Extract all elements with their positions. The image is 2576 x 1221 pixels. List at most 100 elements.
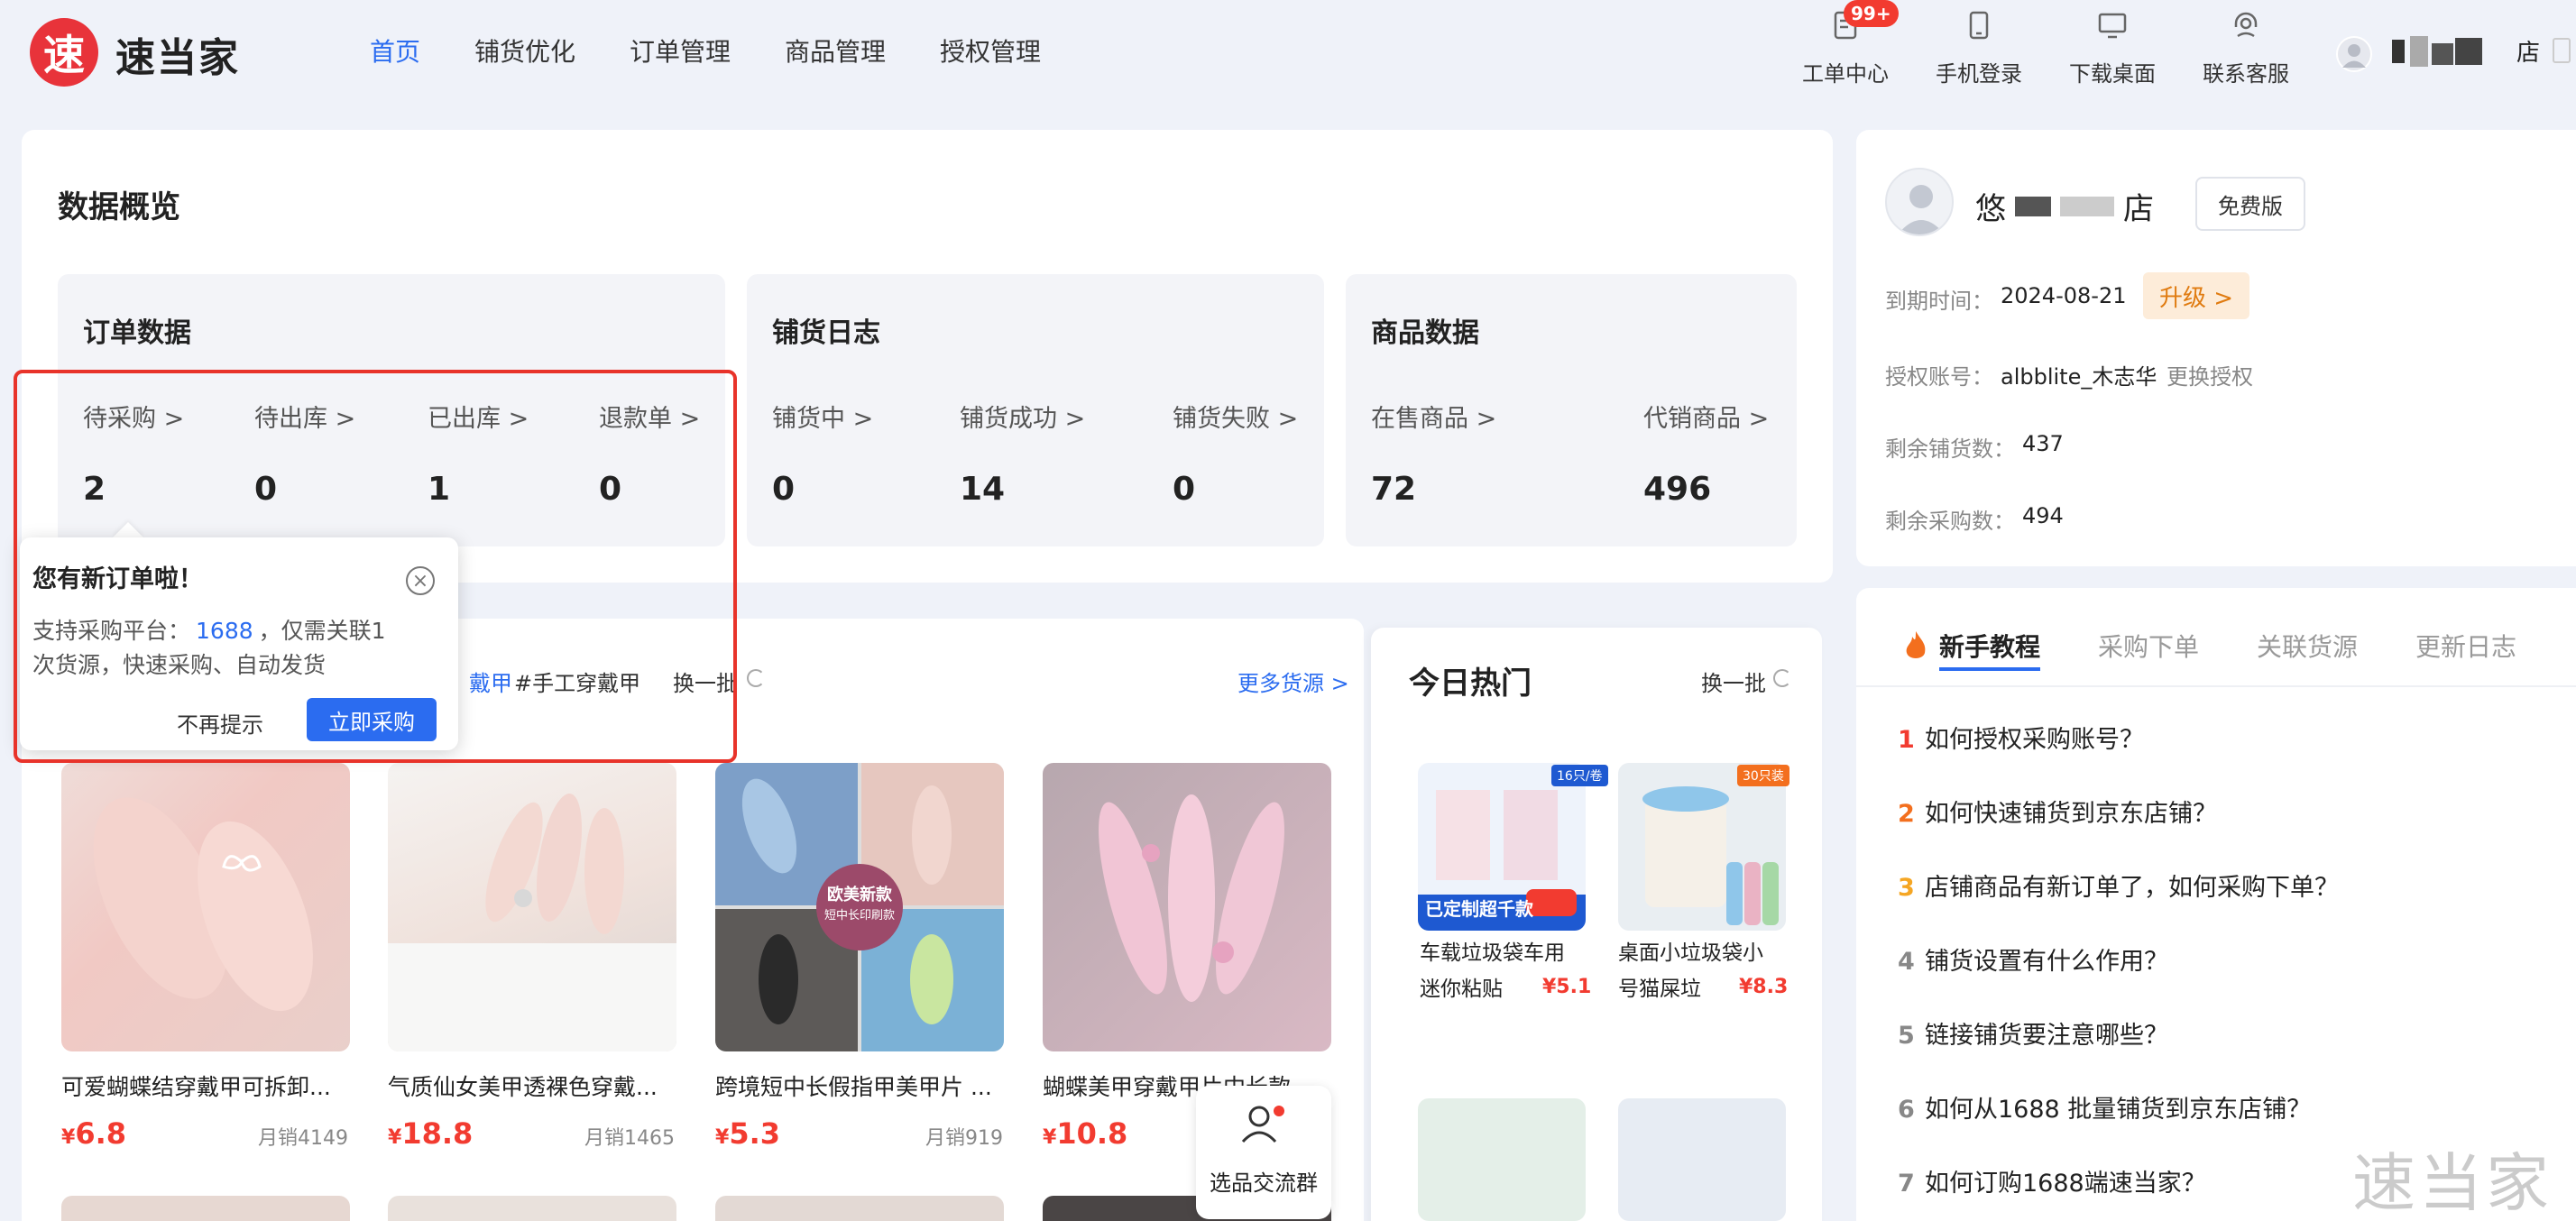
tool-ticket-label[interactable]: 工单中心 (1800, 56, 1891, 87)
desktop-icon[interactable] (2085, 9, 2139, 49)
expire-label: 到期时间： (1885, 289, 1993, 314)
change-auth-link[interactable]: 更换授权 (2167, 359, 2253, 390)
stat-on-sale[interactable]: 在售商品 > (1371, 399, 1496, 434)
username-redacted[interactable] (2392, 34, 2486, 69)
hot-refresh[interactable]: 换一批 (1701, 666, 1766, 697)
tutorial-text[interactable]: 如何授权采购账号？ (1925, 726, 2144, 754)
tutorial-text[interactable]: 如何从1688 批量铺货到京东店铺？ (1925, 1096, 2311, 1124)
tutorial-text[interactable]: 如何订购1688端速当家？ (1925, 1170, 2206, 1198)
hot-image-2[interactable] (1618, 763, 1786, 931)
tab-changelog[interactable]: 更新日志 (2415, 628, 2516, 664)
stat-distribution-success-value[interactable]: 14 (960, 471, 1005, 508)
tab-purchase[interactable]: 采购下单 (2098, 628, 2199, 664)
currency-symbol: ¥ (61, 1126, 76, 1149)
hot-image-2-tag: 30只装 (1737, 765, 1789, 786)
image-overlay-title: 欧美新款 (827, 886, 892, 904)
currency-symbol: ¥ (388, 1126, 402, 1149)
product-price-value-4: 10.8 (1056, 1116, 1128, 1151)
hot-title: 今日热门 (1409, 666, 1532, 702)
product-image-5[interactable] (61, 1196, 350, 1221)
hot-name-2b[interactable]: 号猫屎垃 (1618, 972, 1701, 1006)
hot-image-1-tag: 16只/卷 (1551, 765, 1608, 786)
stat-on-sale-value[interactable]: 72 (1371, 471, 1416, 508)
hot-price-1: ¥5.1 (1542, 976, 1592, 998)
tutorial-num: 5 (1898, 1022, 1915, 1050)
tutorial-item[interactable]: 5 链接铺货要注意哪些？ (1898, 1015, 2168, 1051)
nav-distribution[interactable]: 铺货优化 (474, 32, 575, 69)
tutorial-text[interactable]: 如何快速铺货到京东店铺？ (1925, 800, 2217, 828)
highlight-box (14, 370, 737, 763)
logo-icon: 速 (30, 18, 98, 87)
stat-distributing-value[interactable]: 0 (772, 471, 795, 508)
tutorial-text[interactable]: 店铺商品有新订单了，如何采购下单？ (1925, 874, 2339, 902)
product-image-7[interactable] (715, 1196, 1004, 1221)
group-chat-label[interactable]: 选品交流群 (1196, 1165, 1331, 1197)
phone-icon[interactable] (1952, 9, 2006, 49)
nav-home[interactable]: 首页 (370, 32, 420, 69)
tutorial-text[interactable]: 链接铺货要注意哪些？ (1925, 1022, 2168, 1050)
tool-desktop-label[interactable]: 下载桌面 (2067, 56, 2157, 87)
user-avatar[interactable] (2336, 36, 2372, 72)
hot-name-1a[interactable]: 车载垃圾袋车用 (1420, 936, 1565, 970)
tutorial-item[interactable]: 2 如何快速铺货到京东店铺？ (1898, 794, 2217, 829)
product-name-3[interactable]: 跨境短中长假指甲美甲片 ... (715, 1070, 1004, 1102)
ticket-count-badge: 99+ (1844, 0, 1899, 27)
tutorial-item[interactable]: 7 如何订购1688端速当家？ (1898, 1163, 2206, 1198)
tutorial-item[interactable]: 3 店铺商品有新订单了，如何采购下单？ (1898, 868, 2339, 903)
tab-link-source[interactable]: 关联货源 (2257, 628, 2358, 664)
hot-image-3[interactable] (1418, 1098, 1586, 1221)
product-price-value-3: 5.3 (729, 1116, 780, 1151)
product-name-1[interactable]: 可爱蝴蝶结穿戴甲可拆卸... (61, 1070, 350, 1102)
nav-products[interactable]: 商品管理 (785, 32, 886, 69)
product-sales-2: 月销1465 (584, 1127, 675, 1150)
nav-authorization[interactable]: 授权管理 (940, 32, 1041, 69)
product-name-2[interactable]: 气质仙女美甲透裸色穿戴... (388, 1070, 676, 1102)
remain-dist-value: 437 (2022, 431, 2064, 456)
tutorial-text[interactable]: 铺货设置有什么作用？ (1925, 948, 2168, 976)
stat-consignment[interactable]: 代销商品 > (1643, 399, 1769, 434)
copy-icon[interactable] (2553, 38, 2571, 63)
product-price-1: ¥6.8 (61, 1116, 126, 1151)
shop-name-suffix: 店 (2123, 191, 2154, 227)
hot-refresh-icon[interactable] (1773, 669, 1791, 687)
product-image-4[interactable] (1043, 763, 1331, 1051)
shop-name-redacted-2 (2060, 196, 2114, 216)
tool-phone-label[interactable]: 手机登录 (1934, 56, 2024, 87)
hot-image-4[interactable] (1618, 1098, 1786, 1221)
headset-icon[interactable] (2219, 9, 2273, 49)
product-image-2[interactable] (388, 763, 676, 1051)
stat-distributing[interactable]: 铺货中 > (772, 399, 873, 434)
shop-label[interactable]: 店 (2516, 34, 2540, 68)
product-data-title: 商品数据 (1371, 317, 1479, 349)
currency-symbol: ¥ (1043, 1126, 1057, 1149)
nav-orders[interactable]: 订单管理 (630, 32, 731, 69)
product-image-6[interactable] (388, 1196, 676, 1221)
shop-avatar[interactable] (1885, 168, 1954, 236)
tutorial-num: 1 (1898, 726, 1915, 754)
tab-divider (1856, 685, 2576, 687)
upgrade-button[interactable]: 升级 > (2143, 272, 2249, 319)
flame-icon (1903, 629, 1928, 666)
stat-distribution-failed-value[interactable]: 0 (1173, 471, 1195, 508)
remain-dist-label: 剩余铺货数： (1885, 436, 2015, 462)
more-sources-link[interactable]: 更多货源 > (1237, 666, 1349, 697)
tutorial-item[interactable]: 4 铺货设置有什么作用？ (1898, 941, 2168, 977)
image-overlay-subtitle: 短中长印刷款 (823, 909, 895, 923)
tutorial-item[interactable]: 1 如何授权采购账号？ (1898, 720, 2144, 755)
stat-consignment-value[interactable]: 496 (1643, 471, 1711, 508)
tutorial-panel (1856, 588, 2576, 1221)
tab-beginner-tutorial[interactable]: 新手教程 (1939, 628, 2040, 664)
refresh-icon[interactable] (747, 669, 765, 687)
product-sales-3: 月销919 (925, 1127, 1003, 1150)
group-chat-icon[interactable] (1239, 1102, 1288, 1151)
tool-support-label[interactable]: 联系客服 (2201, 56, 2291, 87)
tutorial-item[interactable]: 6 如何从1688 批量铺货到京东店铺？ (1898, 1089, 2311, 1125)
hot-price-2: ¥8.3 (1739, 976, 1789, 998)
shop-name-redacted (2015, 196, 2051, 216)
hot-name-2a[interactable]: 桌面小垃圾袋小 (1618, 936, 1763, 970)
stat-distribution-success[interactable]: 铺货成功 > (960, 399, 1085, 434)
product-price-3: ¥5.3 (715, 1116, 780, 1151)
stat-distribution-failed[interactable]: 铺货失败 > (1173, 399, 1298, 434)
hot-name-1b[interactable]: 迷你粘贴 (1420, 972, 1503, 1006)
product-image-1[interactable] (61, 763, 350, 1051)
